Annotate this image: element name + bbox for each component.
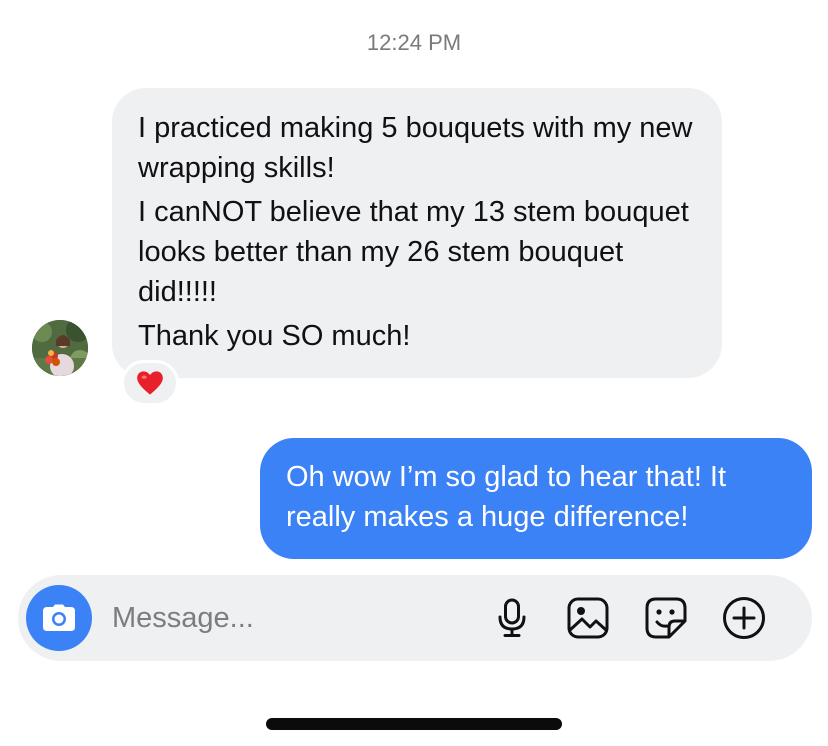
more-options-button[interactable] bbox=[722, 596, 766, 640]
plus-icon bbox=[723, 597, 765, 639]
message-composer bbox=[18, 575, 812, 661]
message-paragraph: I canNOT believe that my 13 stem bouquet… bbox=[138, 196, 689, 308]
sticker-button[interactable] bbox=[644, 596, 688, 640]
outgoing-message-text: Oh wow I’m so glad to hear that! It real… bbox=[286, 461, 727, 533]
sticker-icon bbox=[645, 597, 687, 639]
contact-avatar[interactable] bbox=[32, 320, 88, 376]
outgoing-message-bubble[interactable]: Oh wow I’m so glad to hear that! It real… bbox=[260, 438, 812, 559]
home-indicator[interactable] bbox=[266, 718, 562, 730]
heart-emoji-icon bbox=[137, 371, 163, 395]
camera-button[interactable] bbox=[26, 585, 92, 651]
message-input[interactable] bbox=[112, 597, 442, 639]
heart-reaction[interactable] bbox=[121, 360, 179, 406]
gallery-icon bbox=[567, 597, 609, 639]
message-timestamp: 12:24 PM bbox=[366, 30, 462, 55]
incoming-message-bubble[interactable]: I practiced making 5 bouquets with my ne… bbox=[112, 88, 722, 378]
gallery-button[interactable] bbox=[566, 596, 610, 640]
message-paragraph: Thank you SO much! bbox=[138, 320, 411, 352]
message-paragraph: I practiced making 5 bouquets with my ne… bbox=[138, 112, 693, 184]
microphone-icon bbox=[498, 598, 526, 637]
camera-icon bbox=[43, 604, 75, 631]
avatar-photo bbox=[32, 320, 88, 376]
voice-message-button[interactable] bbox=[490, 596, 534, 640]
